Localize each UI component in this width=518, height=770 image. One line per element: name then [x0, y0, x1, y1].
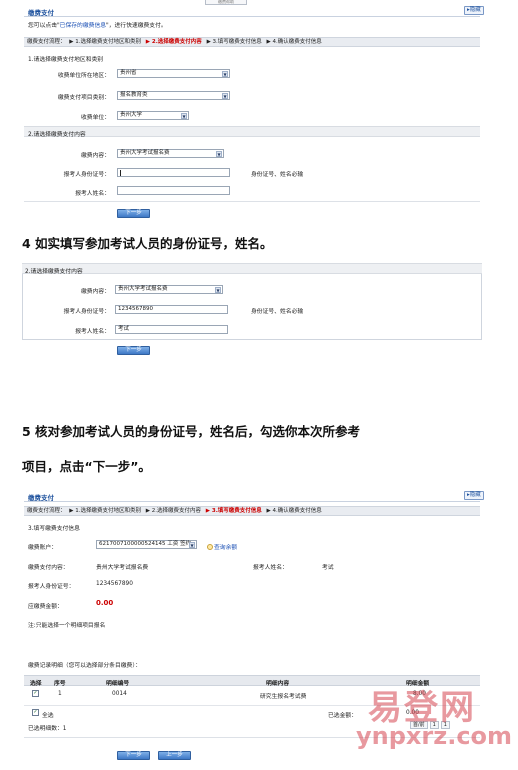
step4-id-label: 报考人身份证号： — [63, 309, 110, 315]
step-2: ▶ 2.选择缴费支付内容 — [145, 39, 202, 45]
step4-heading: 4 如实填写参加考试人员的身份证号，姓名。 — [22, 236, 273, 251]
top-divider — [24, 16, 480, 17]
select-note: 注:只能选择一个明细项目报名 — [28, 623, 106, 629]
chevron-down-icon: ▼ — [215, 287, 221, 293]
chevron-down-icon: ▼ — [222, 71, 228, 77]
step5-heading-line2: 项目，点击“下一步”。 — [22, 459, 151, 474]
step-1: ▶ 1.选择缴费支付地区和类别 — [69, 39, 141, 45]
hide-button[interactable]: ▸隐藏 — [464, 6, 484, 15]
watermark-logo-en: ynpxrz.com — [356, 722, 513, 750]
detail-title: 缴费记录明细（您可以选择部分条目缴费）： — [28, 663, 142, 669]
bottom-divider — [24, 501, 480, 502]
content-label: 缴费内容： — [81, 153, 110, 159]
bottom-step-3: ▶ 3.填写缴费支付信息 — [205, 508, 262, 514]
id-label: 报考人身份证号： — [63, 172, 110, 178]
amount-value: 0.00 — [96, 599, 114, 607]
col-seq: 序号 — [54, 681, 66, 687]
bottom-hide-button[interactable]: ▸隐藏 — [464, 491, 484, 500]
row-content: 研究生报名考试费 — [260, 694, 307, 700]
unit-value: 贵州大学 — [120, 112, 143, 118]
step4-next-button[interactable]: 下一步 — [117, 346, 150, 355]
section2-bar — [24, 126, 480, 137]
chevron-down-icon: ▼ — [222, 93, 228, 99]
step4-id-hint: 身份证号、姓名必输 — [251, 309, 304, 315]
unit-label: 收费单位： — [81, 115, 110, 121]
selected-count: 已选明细数：1 — [28, 726, 67, 732]
col-code: 明细编号 — [106, 681, 130, 687]
step4-content-value: 贵州大学考试报名费 — [118, 286, 168, 292]
region-label: 收费单位所在地区： — [57, 73, 110, 79]
saved-info-notice: 您可以点击"已保存的缴费信息"，进行快速缴费支付。 — [28, 20, 167, 29]
region-select[interactable]: 贵州省 ▼ — [117, 69, 230, 78]
saved-info-link[interactable]: 已保存的缴费信息 — [60, 23, 106, 29]
amount-label: 应缴费金额： — [28, 604, 63, 610]
bottom-step-4: ▶ 4.确认缴费支付信息 — [266, 508, 322, 514]
row-code: 0014 — [112, 691, 127, 697]
step-3: ▶ 3.填写缴费支付信息 — [206, 39, 262, 45]
text-cursor — [120, 170, 121, 176]
top-bottom-divider — [24, 201, 480, 202]
step4-content-label: 缴费内容： — [81, 289, 110, 295]
selected-amount-label: 已选金额： — [328, 713, 357, 719]
bottom-next-button[interactable]: 下一步 — [117, 751, 150, 760]
query-balance-label: 查询余额 — [214, 545, 238, 551]
section1-title: 1.请选择缴费支付地区和类别 — [28, 57, 104, 63]
content-select[interactable]: 贵州大学考试报名费 ▼ — [117, 149, 224, 158]
pay-content-value: 贵州大学考试报名费 — [96, 565, 149, 571]
bottom-step-1: ▶ 1.选择缴费支付地区和类别 — [69, 508, 141, 514]
select-all-checkbox[interactable]: ✓ — [32, 709, 39, 716]
unit-select[interactable]: 贵州大学 ▼ — [117, 111, 189, 120]
step4-content-select[interactable]: 贵州大学考试报名费 ▼ — [115, 285, 223, 294]
row-checkbox[interactable]: ✓ — [32, 690, 39, 697]
bottom-id-label: 报考人身份证号： — [28, 584, 75, 590]
step4-name-label: 报考人姓名： — [75, 329, 110, 335]
step4-id-input[interactable]: 1234567890 — [115, 305, 228, 314]
category-value: 报名教育类 — [120, 92, 148, 98]
step-4: ▶ 4.确认缴费支付信息 — [266, 39, 322, 45]
id-input[interactable] — [117, 168, 230, 177]
hide-label: 隐藏 — [469, 7, 481, 13]
content-value: 贵州大学考试报名费 — [120, 150, 170, 156]
region-value: 贵州省 — [120, 70, 137, 76]
account-label: 缴费账户： — [28, 545, 57, 551]
account-select[interactable]: 6217007100000524145 工资 签约 ▼ — [96, 540, 197, 549]
bottom-name-value: 考试 — [322, 565, 334, 571]
chevron-down-icon: ▼ — [181, 113, 187, 119]
col-content: 明细内容 — [266, 681, 290, 687]
select-all-label: 全选 — [42, 713, 54, 719]
notice-suffix: "，进行快速缴费支付。 — [106, 23, 167, 29]
notice-prefix: 您可以点击" — [28, 23, 60, 29]
bottom-process-steps: 缴费支付流程： ▶ 1.选择缴费支付地区和类别 ▶ 2.选择缴费支付内容 ▶ 3… — [24, 506, 480, 516]
pay-content-label: 缴费支付内容： — [28, 565, 69, 571]
prev-button[interactable]: 上一步 — [158, 751, 191, 760]
category-label: 缴费支付项目类别： — [57, 95, 110, 101]
chevron-down-icon: ▼ — [189, 542, 195, 548]
step5-heading-line1: 5 核对参加考试人员的身份证号，姓名后，勾选你本次所参考 — [22, 424, 361, 439]
bottom-name-label: 报考人姓名： — [253, 565, 288, 571]
steps-label: 缴费支付流程： — [27, 39, 66, 45]
bottom-hide-label: 隐藏 — [469, 492, 481, 498]
row-seq: 1 — [58, 691, 62, 697]
query-balance-link[interactable]: 查询余额 — [207, 542, 237, 551]
name-input[interactable] — [117, 186, 230, 195]
process-steps: 缴费支付流程： ▶ 1.选择缴费支付地区和类别 ▶ 2.选择缴费支付内容 ▶ 3… — [24, 37, 480, 47]
section3-title: 3.填写缴费支付信息 — [28, 526, 80, 532]
category-select[interactable]: 报名教育类 ▼ — [117, 91, 230, 100]
col-select: 选择 — [30, 681, 42, 687]
section2-title: 2.请选择缴费支付内容 — [28, 132, 86, 138]
step4-section-title: 2.请选择缴费支付内容 — [25, 269, 83, 275]
bottom-steps-label: 缴费支付流程： — [27, 508, 66, 514]
id-hint: 身份证号、姓名必输 — [251, 172, 304, 178]
chevron-down-icon: ▼ — [216, 151, 222, 157]
bottom-id-value: 1234567890 — [96, 581, 133, 587]
name-label: 报考人姓名： — [75, 191, 110, 197]
step4-name-input[interactable]: 考试 — [115, 325, 228, 334]
bottom-step-2: ▶ 2.选择缴费支付内容 — [145, 508, 201, 514]
account-value: 6217007100000524145 工资 签约 — [99, 541, 191, 547]
next-button[interactable]: 下一步 — [117, 209, 150, 218]
step4-section-bar — [22, 263, 482, 274]
magnifier-icon — [207, 544, 213, 550]
top-tab-stub: 缴费帮助 — [205, 0, 247, 5]
